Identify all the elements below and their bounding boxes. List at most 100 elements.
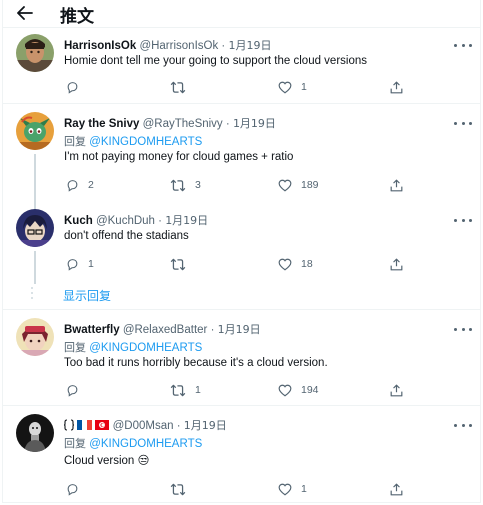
user-handle[interactable]: @D00Msan: [113, 420, 174, 432]
more-button[interactable]: [454, 324, 472, 334]
reply-icon: [67, 258, 78, 271]
share-icon: [390, 179, 403, 191]
reply-icon: [67, 179, 78, 192]
display-name[interactable]: Kuch: [64, 215, 93, 227]
more-button[interactable]: [454, 420, 472, 430]
user-handle[interactable]: @RelaxedBatter: [123, 324, 208, 336]
share-button[interactable]: [390, 176, 403, 194]
thread-dot: [31, 287, 33, 289]
tweet-actions: 2 3 189: [64, 176, 464, 194]
reply-icon: [67, 81, 78, 94]
heart-icon: [278, 384, 292, 396]
tweet-actions: 1: [64, 78, 464, 96]
tweet-text-content: Cloud version: [64, 455, 135, 467]
user-handle[interactable]: @KuchDuh: [96, 215, 155, 227]
like-count: 1: [301, 483, 307, 495]
unamused-face-icon: 😒: [137, 455, 150, 467]
avatar[interactable]: [16, 414, 54, 452]
user-handle[interactable]: @HarrisonIsOk: [139, 40, 218, 52]
retweet-button[interactable]: [170, 480, 195, 498]
heart-icon: [278, 179, 292, 191]
like-button[interactable]: 1: [278, 78, 307, 96]
tweet-actions: 1: [64, 480, 464, 498]
retweet-button[interactable]: [170, 255, 195, 273]
retweet-icon: [170, 258, 186, 270]
tweet-text: don't offend the stadians: [64, 230, 189, 242]
share-icon: [390, 384, 403, 396]
like-button[interactable]: 18: [278, 255, 313, 273]
back-button[interactable]: [14, 2, 36, 24]
user-handle[interactable]: @RayTheSnivy: [143, 118, 223, 130]
share-button[interactable]: [390, 480, 403, 498]
like-count: 1: [301, 81, 307, 93]
reply-button[interactable]: [66, 78, 88, 96]
display-name[interactable]: Ray the Snivy: [64, 118, 139, 130]
tweet[interactable]: @D00Msan · 1月19日 回复 @KINGDOMHEARTS Cloud…: [3, 406, 480, 502]
reply-button[interactable]: 1: [66, 255, 94, 273]
separator: ·: [176, 420, 181, 432]
heart-icon: [278, 258, 292, 270]
avatar[interactable]: [16, 209, 54, 247]
timestamp[interactable]: 1月19日: [218, 323, 261, 336]
display-name[interactable]: Bwatterfly: [64, 324, 120, 336]
thread-dot: [31, 292, 33, 294]
tweet-text: I'm not paying money for cloud games + r…: [64, 151, 294, 163]
mention-link[interactable]: @KINGDOMHEARTS: [89, 342, 202, 354]
retweet-button[interactable]: 3: [170, 176, 201, 194]
timestamp[interactable]: 1月19日: [233, 117, 276, 130]
france-flag-icon: [77, 420, 93, 433]
share-icon: [390, 483, 403, 495]
avatar[interactable]: [16, 112, 54, 150]
timestamp[interactable]: 1月19日: [165, 214, 208, 227]
tweet[interactable]: Ray the Snivy @RayTheSnivy · 1月19日 回复 @K…: [3, 104, 480, 212]
tunisia-flag-icon: [95, 420, 110, 433]
replying-to: 回复 @KINGDOMHEARTS: [64, 435, 202, 451]
avatar[interactable]: [16, 318, 54, 356]
like-count: 18: [301, 258, 313, 270]
avatar[interactable]: [16, 34, 54, 72]
retweet-icon: [170, 179, 186, 191]
page-title: 推文: [60, 7, 94, 27]
display-name[interactable]: HarrisonIsOk: [64, 40, 136, 52]
reply-button[interactable]: [66, 381, 88, 399]
share-button[interactable]: [390, 381, 403, 399]
like-button[interactable]: 1: [278, 480, 307, 498]
reply-button[interactable]: [66, 480, 88, 498]
like-count: 189: [301, 179, 319, 191]
share-button[interactable]: [390, 255, 403, 273]
timestamp[interactable]: 1月19日: [228, 39, 271, 52]
show-replies-link[interactable]: 显示回复: [63, 287, 111, 304]
reply-icon: [67, 483, 78, 496]
share-icon: [390, 81, 403, 93]
tweet-text: Too bad it runs horribly because it's a …: [64, 357, 328, 369]
like-button[interactable]: 194: [278, 381, 319, 399]
more-button[interactable]: [454, 118, 472, 128]
separator: ·: [225, 118, 230, 130]
retweet-icon: [170, 384, 186, 396]
tweet[interactable]: Kuch @KuchDuh · 1月19日 don't offend the s…: [3, 202, 480, 284]
tweet-header: @D00Msan · 1月19日: [63, 417, 227, 434]
mention-link[interactable]: @KINGDOMHEARTS: [89, 438, 202, 450]
more-button[interactable]: [454, 215, 472, 225]
timestamp[interactable]: 1月19日: [184, 419, 227, 432]
tweet[interactable]: HarrisonIsOk @HarrisonIsOk · 1月19日 Homie…: [3, 28, 480, 102]
heart-icon: [278, 483, 292, 495]
retweet-button[interactable]: 1: [170, 381, 201, 399]
retweet-count: 1: [195, 384, 201, 396]
more-button[interactable]: [454, 40, 472, 50]
share-button[interactable]: [390, 78, 403, 96]
tweet[interactable]: Bwatterfly @RelaxedBatter · 1月19日 回复 @KI…: [3, 310, 480, 404]
replying-label: 回复: [64, 341, 86, 354]
mention-link[interactable]: @KINGDOMHEARTS: [89, 136, 202, 148]
retweet-icon: [170, 483, 186, 495]
tweet-header: Kuch @KuchDuh · 1月19日: [64, 212, 208, 228]
reply-button[interactable]: 2: [66, 176, 94, 194]
thread-dot: [31, 297, 33, 299]
tweet-text: Cloud version 😒: [64, 453, 150, 467]
retweet-button[interactable]: [170, 78, 195, 96]
tweet-actions: 1 18: [64, 255, 464, 273]
reply-icon: [67, 384, 78, 397]
replying-to: 回复 @KINGDOMHEARTS: [64, 339, 202, 355]
like-button[interactable]: 189: [278, 176, 319, 194]
name-symbol-icon: [63, 419, 75, 434]
